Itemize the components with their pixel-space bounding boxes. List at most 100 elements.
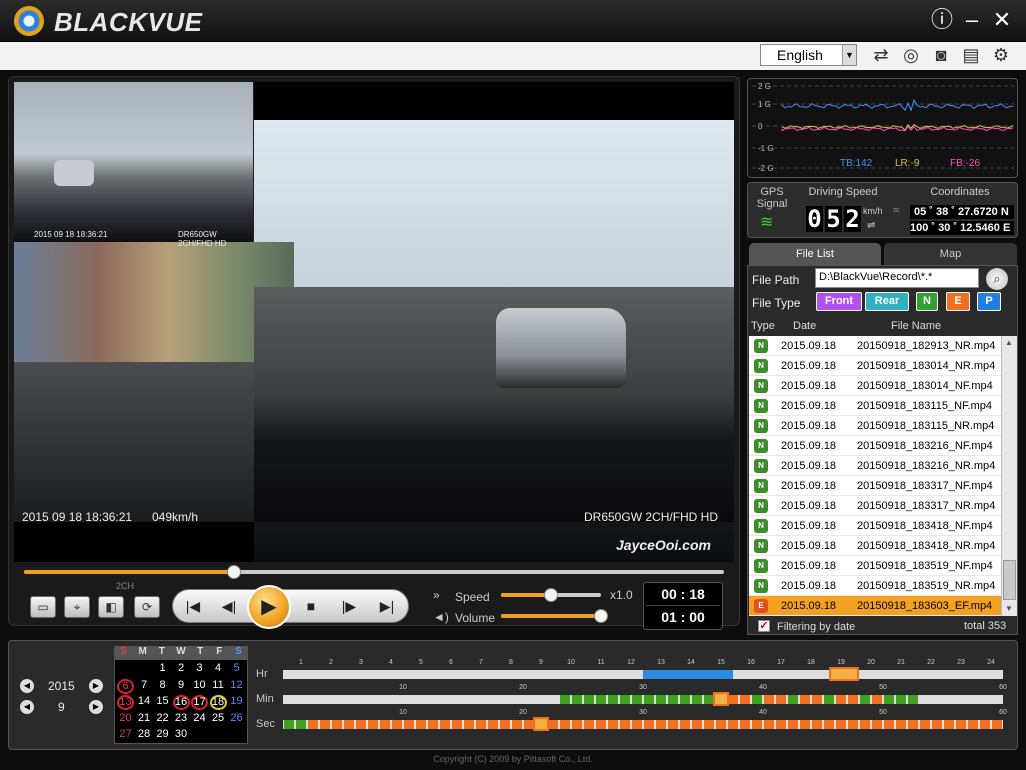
list-item[interactable]: N 2015.09.18 20150918_183014_NF.mp4 [749, 376, 1001, 396]
month-prev-icon[interactable]: ◀ [20, 700, 34, 714]
calendar-day[interactable]: 29 [154, 728, 171, 740]
second-segment[interactable] [452, 720, 462, 729]
second-segment[interactable] [308, 720, 318, 729]
calendar-day[interactable]: 10 [191, 679, 208, 691]
minute-segment[interactable] [860, 695, 870, 704]
playback-progress-handle[interactable] [227, 565, 241, 579]
second-segment[interactable] [848, 720, 858, 729]
second-segment[interactable] [872, 720, 882, 729]
col-type[interactable]: Type [751, 320, 775, 332]
filter-by-date-checkbox[interactable]: ✓ [758, 620, 770, 632]
file-type-e-button[interactable]: E [946, 292, 970, 311]
list-item[interactable]: N 2015.09.18 20150918_183418_NF.mp4 [749, 516, 1001, 536]
month-next-icon[interactable]: ▶ [89, 700, 103, 714]
second-segment[interactable] [764, 720, 774, 729]
second-segment[interactable] [608, 720, 618, 729]
second-segment[interactable] [488, 720, 498, 729]
video-player[interactable]: 2015 09 18 18:36:21 DR650GW 2CH/FHD HD 2… [14, 82, 734, 562]
second-segment[interactable] [392, 720, 402, 729]
convert-icon[interactable]: ⇄ [868, 44, 894, 66]
minute-timeline[interactable] [283, 695, 1003, 704]
minute-segment[interactable] [812, 695, 822, 704]
calendar-day[interactable]: 14 [136, 695, 153, 707]
speed-slider-handle[interactable] [544, 588, 558, 602]
tab-file-list[interactable]: File List [749, 243, 881, 265]
calendar-day[interactable]: 13 [117, 695, 134, 710]
list-item[interactable]: E 2015.09.18 20150918_183603_EF.mp4 [749, 596, 1001, 616]
second-segment[interactable] [800, 720, 810, 729]
second-segment[interactable] [680, 720, 690, 729]
second-segment[interactable] [956, 720, 966, 729]
calendar-day[interactable]: 19 [228, 695, 245, 707]
calendar-day[interactable]: 17 [191, 695, 208, 710]
file-path-input[interactable]: D:\BlackVue\Record\*.* [815, 268, 979, 288]
calendar-day[interactable]: 2 [173, 662, 190, 674]
second-selected-marker[interactable] [533, 717, 549, 731]
second-segment[interactable] [788, 720, 798, 729]
minimize-icon[interactable]: – [960, 9, 984, 33]
second-segment[interactable] [320, 720, 330, 729]
second-segment[interactable] [632, 720, 642, 729]
second-segment[interactable] [512, 720, 522, 729]
second-segment[interactable] [572, 720, 582, 729]
scroll-down-icon[interactable]: ▼ [1005, 604, 1013, 613]
hour-recorded-segment[interactable] [643, 670, 733, 679]
second-segment[interactable] [980, 720, 990, 729]
file-type-rear-button[interactable]: Rear [865, 292, 909, 311]
stop-button[interactable]: ■ [298, 594, 324, 618]
minute-segment[interactable] [668, 695, 678, 704]
second-segment[interactable] [596, 720, 606, 729]
minute-segment[interactable] [824, 695, 834, 704]
minute-segment[interactable] [692, 695, 702, 704]
second-segment[interactable] [968, 720, 978, 729]
calendar-day[interactable]: 22 [154, 712, 171, 724]
second-segment[interactable] [332, 720, 342, 729]
second-segment[interactable] [704, 720, 714, 729]
calendar-day[interactable]: 8 [154, 679, 171, 691]
minute-segment[interactable] [800, 695, 810, 704]
minute-segment[interactable] [884, 695, 894, 704]
second-segment[interactable] [812, 720, 822, 729]
file-type-p-button[interactable]: P [977, 292, 1001, 311]
calendar-day[interactable]: 25 [210, 712, 227, 724]
swap-unit-icon[interactable]: ⇌ [867, 220, 875, 231]
close-icon[interactable]: ✕ [990, 9, 1014, 33]
calendar-day[interactable]: 23 [173, 712, 190, 724]
second-segment[interactable] [584, 720, 594, 729]
second-segment[interactable] [668, 720, 678, 729]
minute-segment[interactable] [764, 695, 774, 704]
second-segment[interactable] [740, 720, 750, 729]
hour-selected-marker[interactable] [829, 667, 859, 681]
second-segment[interactable] [560, 720, 570, 729]
settings-icon[interactable]: ⚙ [988, 44, 1014, 66]
second-segment[interactable] [836, 720, 846, 729]
second-timeline[interactable] [283, 720, 1003, 729]
second-segment[interactable] [824, 720, 834, 729]
calendar-day[interactable]: 7 [136, 679, 153, 691]
second-segment[interactable] [368, 720, 378, 729]
minute-segment[interactable] [740, 695, 750, 704]
second-segment[interactable] [932, 720, 942, 729]
camera-icon[interactable]: ◙ [928, 44, 954, 66]
calendar-day[interactable]: 5 [228, 662, 245, 674]
minute-segment[interactable] [908, 695, 918, 704]
minute-segment[interactable] [752, 695, 762, 704]
col-date[interactable]: Date [793, 320, 816, 332]
second-segment[interactable] [440, 720, 450, 729]
second-segment[interactable] [920, 720, 930, 729]
second-segment[interactable] [464, 720, 474, 729]
calendar-day[interactable]: 12 [228, 679, 245, 691]
second-segment[interactable] [860, 720, 870, 729]
second-segment[interactable] [404, 720, 414, 729]
calendar-day[interactable]: 9 [173, 679, 190, 691]
second-segment[interactable] [656, 720, 666, 729]
minute-segment[interactable] [608, 695, 618, 704]
screen-capture-button[interactable]: ⌖ [64, 596, 90, 618]
minute-segment[interactable] [728, 695, 738, 704]
minute-segment[interactable] [776, 695, 786, 704]
second-segment[interactable] [428, 720, 438, 729]
list-item[interactable]: N 2015.09.18 20150918_183418_NR.mp4 [749, 536, 1001, 556]
pip-button[interactable]: ◧ [98, 596, 124, 618]
second-segment[interactable] [416, 720, 426, 729]
second-segment[interactable] [620, 720, 630, 729]
